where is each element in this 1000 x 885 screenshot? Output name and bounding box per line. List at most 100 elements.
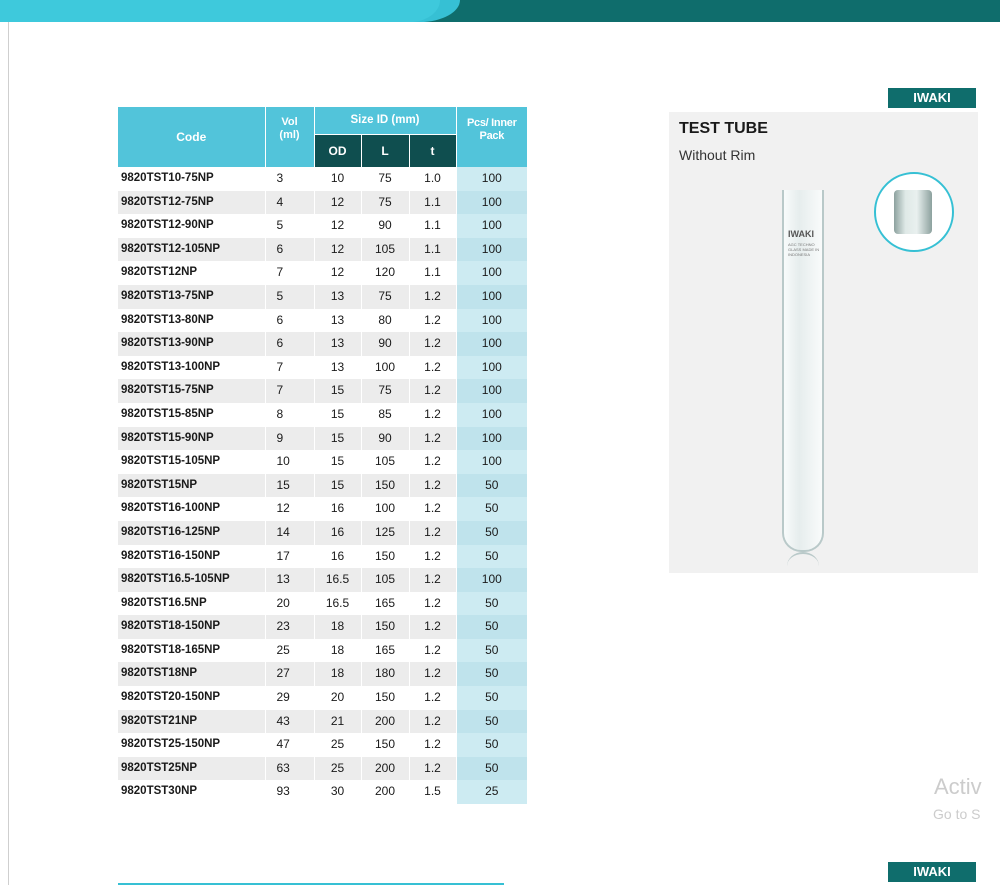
cell-l: 150 <box>361 473 410 498</box>
cell-od: 10 <box>314 167 362 191</box>
table-row: 9820TST16-150NP 17 16 150 1.2 50 <box>118 544 528 569</box>
cell-t: 1.2 <box>409 332 457 356</box>
cell-t: 1.1 <box>409 237 457 262</box>
cell-l: 200 <box>361 756 410 781</box>
table-row: 9820TST13-80NP 6 13 80 1.2 100 <box>118 308 528 333</box>
cell-t: 1.2 <box>409 308 457 333</box>
cell-l: 200 <box>361 709 410 734</box>
cell-vol: 7 <box>265 261 315 285</box>
cell-code: 9820TST13-90NP <box>118 332 266 356</box>
cell-code: 9820TST15-90NP <box>118 426 266 451</box>
cell-pcs: 100 <box>456 190 528 215</box>
cell-t: 1.2 <box>409 615 457 639</box>
table-row: 9820TST15-105NP 10 15 105 1.2 100 <box>118 450 528 474</box>
cell-vol: 4 <box>265 190 315 215</box>
cell-vol: 29 <box>265 686 315 710</box>
cell-t: 1.1 <box>409 261 457 285</box>
cell-code: 9820TST13-80NP <box>118 308 266 333</box>
cell-pcs: 100 <box>456 284 528 309</box>
cell-l: 150 <box>361 686 410 710</box>
cell-code: 9820TST16.5NP <box>118 591 266 616</box>
table-row: 9820TST18-165NP 25 18 165 1.2 50 <box>118 638 528 663</box>
cell-l: 120 <box>361 261 410 285</box>
cell-od: 18 <box>314 662 362 687</box>
cell-code: 9820TST21NP <box>118 709 266 734</box>
cell-pcs: 50 <box>456 662 528 687</box>
cell-l: 90 <box>361 214 410 238</box>
cell-l: 100 <box>361 355 410 380</box>
cell-pcs: 100 <box>456 426 528 451</box>
cell-od: 13 <box>314 284 362 309</box>
cell-code: 9820TST16.5-105NP <box>118 568 266 592</box>
page-border <box>8 0 9 885</box>
brand-badge: IWAKI <box>888 88 976 108</box>
cell-code: 9820TST18-165NP <box>118 638 266 663</box>
cell-t: 1.2 <box>409 402 457 427</box>
cell-pcs: 100 <box>456 308 528 333</box>
cell-pcs: 100 <box>456 402 528 427</box>
cell-l: 80 <box>361 308 410 333</box>
cell-code: 9820TST15-105NP <box>118 450 266 474</box>
cell-l: 100 <box>361 497 410 521</box>
cell-od: 12 <box>314 190 362 215</box>
rim-detail-image <box>894 190 932 234</box>
brand-badge-next: IWAKI <box>888 862 976 882</box>
cell-t: 1.2 <box>409 450 457 474</box>
cell-code: 9820TST12-105NP <box>118 237 266 262</box>
test-tube-image: IWAKI AGC TECHNO GLASS MADE IN INDONESIA <box>782 190 824 552</box>
cell-l: 85 <box>361 402 410 427</box>
table-row: 9820TST16-125NP 14 16 125 1.2 50 <box>118 520 528 545</box>
cell-t: 1.2 <box>409 568 457 592</box>
cell-pcs: 50 <box>456 733 528 757</box>
cell-code: 9820TST16-125NP <box>118 520 266 545</box>
product-subtitle: Without Rim <box>679 147 756 163</box>
cell-pcs: 50 <box>456 615 528 639</box>
cell-vol: 47 <box>265 733 315 757</box>
cell-vol: 93 <box>265 780 315 805</box>
cell-t: 1.2 <box>409 709 457 734</box>
cell-vol: 3 <box>265 167 315 191</box>
cell-vol: 14 <box>265 520 315 545</box>
table-row: 9820TST13-75NP 5 13 75 1.2 100 <box>118 284 528 309</box>
cell-od: 25 <box>314 756 362 781</box>
cell-code: 9820TST12-75NP <box>118 190 266 215</box>
cell-pcs: 50 <box>456 686 528 710</box>
header-vol-label: Vol (ml) <box>279 116 300 141</box>
header-accent-highlight <box>0 0 440 22</box>
cell-od: 16 <box>314 544 362 569</box>
cell-l: 105 <box>361 568 410 592</box>
table-row: 9820TST16.5-105NP 13 16.5 105 1.2 100 <box>118 568 528 592</box>
cell-l: 90 <box>361 332 410 356</box>
cell-t: 1.2 <box>409 733 457 757</box>
cell-od: 20 <box>314 686 362 710</box>
table-body: 9820TST10-75NP 3 10 75 1.0 100 9820TST12-75NP 4… <box>118 167 528 805</box>
table-row: 9820TST18-150NP 23 18 150 1.2 50 <box>118 615 528 639</box>
cell-vol: 7 <box>265 355 315 380</box>
cell-l: 150 <box>361 544 410 569</box>
cell-od: 15 <box>314 379 362 403</box>
cell-l: 165 <box>361 591 410 616</box>
header-code: Code <box>118 107 266 167</box>
cell-code: 9820TST15-75NP <box>118 379 266 403</box>
table-row: 9820TST15-75NP 7 15 75 1.2 100 <box>118 379 528 403</box>
table-row: 9820TST18NP 27 18 180 1.2 50 <box>118 662 528 687</box>
cell-t: 1.5 <box>409 780 457 805</box>
cell-od: 13 <box>314 332 362 356</box>
cell-od: 15 <box>314 402 362 427</box>
cell-l: 105 <box>361 237 410 262</box>
table-row: 9820TST16.5NP 20 16.5 165 1.2 50 <box>118 591 528 616</box>
table-row: 9820TST10-75NP 3 10 75 1.0 100 <box>118 167 528 191</box>
cell-pcs: 100 <box>456 355 528 380</box>
table-row: 9820TST15-85NP 8 15 85 1.2 100 <box>118 402 528 427</box>
cell-vol: 20 <box>265 591 315 616</box>
cell-pcs: 50 <box>456 638 528 663</box>
cell-t: 1.2 <box>409 497 457 521</box>
header-od: OD <box>314 134 362 167</box>
cell-vol: 27 <box>265 662 315 687</box>
cell-vol: 8 <box>265 402 315 427</box>
table-row: 9820TST12-105NP 6 12 105 1.1 100 <box>118 237 528 262</box>
cell-pcs: 100 <box>456 214 528 238</box>
cell-l: 165 <box>361 638 410 663</box>
cell-od: 15 <box>314 473 362 498</box>
cell-pcs: 100 <box>456 332 528 356</box>
